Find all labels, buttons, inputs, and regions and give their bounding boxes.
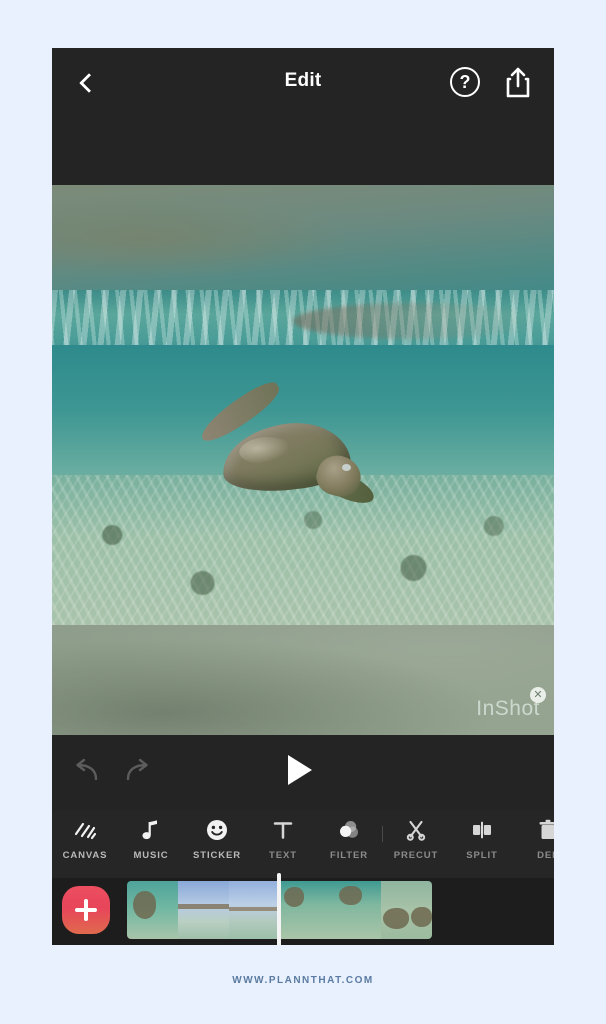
- tool-strip: CANVAS MUSIC STICKER TEXT FILTER PRECUT …: [52, 810, 554, 878]
- timeline-thumbnail[interactable]: [330, 881, 382, 939]
- above-water-haze: [52, 185, 554, 302]
- top-bar: Edit ?: [52, 48, 554, 185]
- add-clip-button[interactable]: [62, 886, 110, 934]
- timeline-thumbnail[interactable]: [127, 881, 178, 939]
- tool-label: PRECUT: [393, 850, 439, 861]
- playback-bar: [52, 735, 554, 810]
- redo-button[interactable]: [120, 757, 154, 787]
- tool-sticker[interactable]: STICKER: [184, 816, 250, 861]
- video-preview[interactable]: InShot ✕: [52, 185, 554, 735]
- tool-label: TEXT: [269, 850, 297, 861]
- help-button[interactable]: ?: [450, 67, 480, 97]
- timeline-thumbnail[interactable]: [177, 881, 229, 939]
- watermark-close-icon[interactable]: ✕: [530, 687, 546, 703]
- sea-turtle: [194, 376, 389, 525]
- tool-label: CANVAS: [62, 850, 108, 861]
- music-note-icon: [137, 816, 165, 844]
- play-button[interactable]: [288, 755, 312, 785]
- tool-music[interactable]: MUSIC: [118, 816, 184, 861]
- timeline-thumbnail[interactable]: [279, 881, 331, 939]
- question-circle-icon: ?: [459, 72, 471, 92]
- filter-circles-icon: [335, 816, 363, 844]
- text-t-icon: [269, 816, 297, 844]
- tool-delete[interactable]: DEL: [515, 816, 554, 861]
- letterbox-blur-band: InShot ✕: [52, 625, 554, 735]
- turtle-eye: [342, 464, 351, 471]
- tool-split[interactable]: SPLIT: [449, 816, 515, 861]
- delete-trash-icon: [534, 816, 554, 844]
- playhead[interactable]: [277, 873, 281, 945]
- tool-text[interactable]: TEXT: [250, 816, 316, 861]
- split-icon: [468, 816, 496, 844]
- tool-label: STICKER: [193, 850, 241, 861]
- undo-arrow-icon: [76, 758, 98, 781]
- tool-label: MUSIC: [133, 850, 169, 861]
- sticker-smiley-icon: [203, 816, 231, 844]
- tool-label: SPLIT: [466, 850, 498, 861]
- share-icon: [506, 67, 530, 98]
- video-frame: [52, 185, 554, 625]
- inshot-watermark: InShot: [476, 697, 540, 720]
- footer-url: WWW.PLANNTHAT.COM: [232, 975, 374, 986]
- app-frame: Edit ? InShot ✕ CANVAS MUSIC STICKER TEX…: [52, 48, 554, 945]
- precut-scissors-icon: [402, 816, 430, 844]
- canvas-diagonal-lines-icon: [71, 816, 99, 844]
- tool-label: FILTER: [330, 850, 368, 861]
- tool-filter[interactable]: FILTER: [316, 816, 382, 861]
- tool-precut[interactable]: PRECUT: [383, 816, 449, 861]
- redo-arrow-icon: [126, 758, 148, 781]
- tool-label: DEL: [537, 850, 554, 861]
- undo-button[interactable]: [70, 757, 104, 787]
- timeline-thumbnail[interactable]: [381, 881, 432, 939]
- timeline-thumbnail[interactable]: [228, 881, 280, 939]
- share-button[interactable]: [502, 66, 534, 100]
- timeline: Select one track to edit 0:04.8 Total 0:…: [52, 873, 554, 945]
- page-root: Edit ? InShot ✕ CANVAS MUSIC STICKER TEX…: [0, 0, 606, 1024]
- tool-canvas[interactable]: CANVAS: [52, 816, 118, 861]
